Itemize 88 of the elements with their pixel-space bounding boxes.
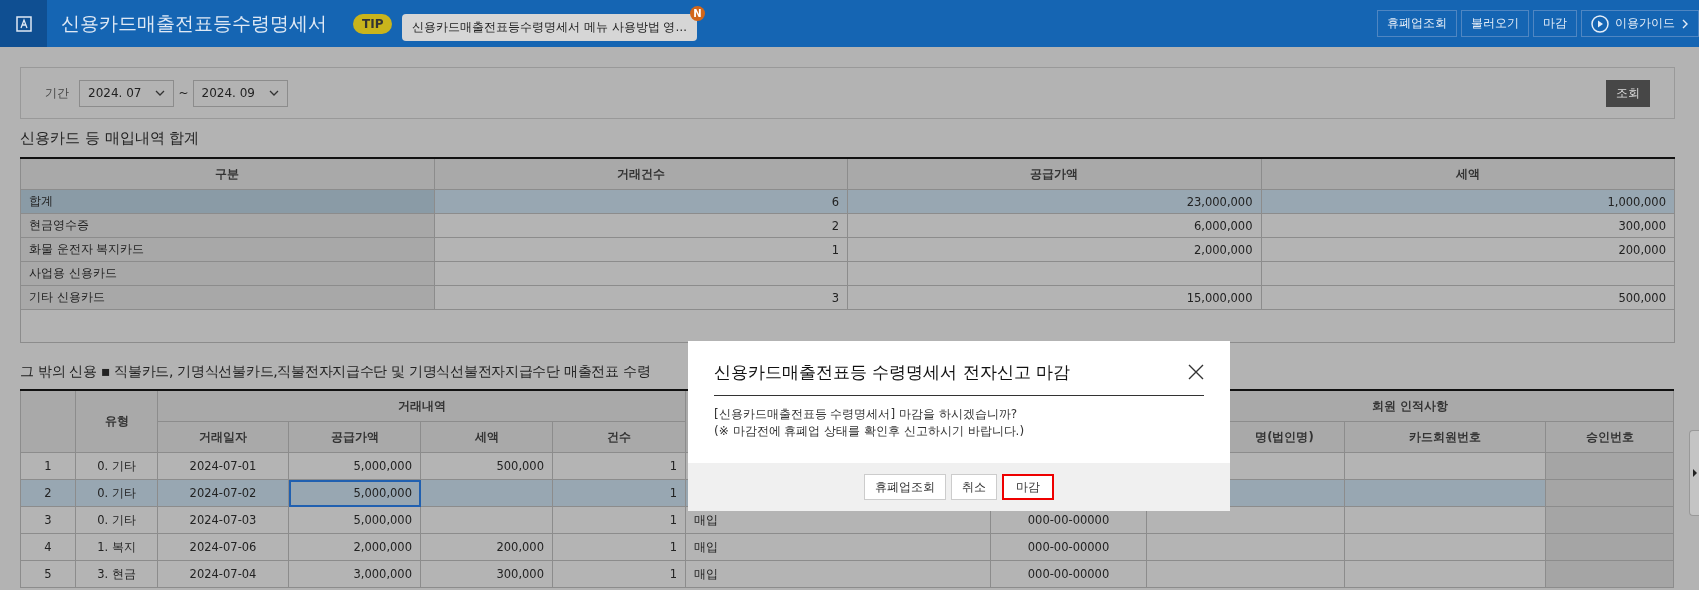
table-cell: 1 <box>434 237 848 262</box>
column-header: 유형 <box>75 390 158 453</box>
table-cell: 2 <box>20 479 76 507</box>
table-cell: 2024-07-01 <box>157 452 289 480</box>
dialog-button[interactable]: 마감 <box>1002 474 1054 500</box>
table-cell: 2024-07-03 <box>157 506 289 534</box>
table-cell: 1 <box>552 533 686 561</box>
table-cell: 6 <box>434 189 848 214</box>
table-cell: 2024-07-02 <box>157 479 289 507</box>
table-cell: 1,000,000 <box>1261 189 1675 214</box>
table-cell: 매입 <box>685 533 991 561</box>
column-header: 카드회원번호 <box>1344 421 1546 453</box>
column-header: 공급가액 <box>847 158 1261 190</box>
table-cell: 15,000,000 <box>847 285 1261 310</box>
table-cell: 23,000,000 <box>847 189 1261 214</box>
table-cell: 사업용 신용카드 <box>20 261 434 286</box>
table-cell: 3. 현금 <box>75 560 158 588</box>
column-header: 거래내역 <box>157 390 686 422</box>
toolbar-button[interactable]: 마감 <box>1533 10 1577 37</box>
toolbar-button[interactable]: 불러오기 <box>1461 10 1529 37</box>
dialog-button[interactable]: 휴폐업조회 <box>864 474 946 500</box>
range-separator: ~ <box>178 86 189 100</box>
column-header: 건수 <box>552 421 686 453</box>
table-cell: 1 <box>552 560 686 588</box>
page-title: 신용카드매출전표등수령명세서 <box>61 10 327 36</box>
dialog-message: (※ 마감전에 휴폐업 상태를 확인후 신고하시기 바랍니다.) <box>714 423 1026 440</box>
table-cell: 1 <box>552 479 686 507</box>
search-button[interactable]: 조회 <box>1606 79 1650 107</box>
table-cell: 합계 <box>20 189 434 214</box>
close-icon[interactable] <box>1188 364 1204 380</box>
dropdown-caret-icon <box>155 89 166 97</box>
table-cell: 1 <box>20 452 76 480</box>
table-cell: 500,000 <box>1261 285 1675 310</box>
toolbar-button[interactable]: 휴폐업조회 <box>1377 10 1457 37</box>
column-header: 세액 <box>420 421 553 453</box>
month-select[interactable]: 2024. 07 <box>79 79 175 107</box>
column-header: 승인번호 <box>1545 421 1674 453</box>
table-cell: 200,000 <box>420 533 553 561</box>
table-cell: 5,000,000 <box>288 506 421 534</box>
chevron-right-icon <box>1681 18 1689 29</box>
table-cell: 1 <box>552 452 686 480</box>
tip-text: 신용카드매출전표등수령명세서 메뉴 사용방법 영… <box>412 20 687 34</box>
table-cell: 000-00-00000 <box>990 533 1147 561</box>
tip-badge: TIP <box>353 13 393 34</box>
table-cell: 2,000,000 <box>288 533 421 561</box>
table-cell: 0. 기타 <box>75 506 158 534</box>
section-title: 그 밖의 신용 ▪ 직불카드, 기명식선불카드,직불전자지급수단 및 기명식선불전자지급수단 매출전표 수령 <box>20 363 651 381</box>
table-cell: 6,000,000 <box>847 213 1261 238</box>
table-cell: 4 <box>20 533 76 561</box>
play-icon <box>1591 14 1609 33</box>
table-cell: 2024-07-06 <box>157 533 289 561</box>
table-cell: 현금영수증 <box>20 213 434 238</box>
period-label: 기간 <box>45 84 69 102</box>
table-cell: 3,000,000 <box>288 560 421 588</box>
table-cell: 5,000,000 <box>288 452 421 480</box>
dropdown-caret-icon <box>268 89 279 97</box>
table-cell: 3 <box>20 506 76 534</box>
guide-button[interactable]: 이용가이드 <box>1581 10 1699 37</box>
column-header: 세액 <box>1261 158 1675 190</box>
table-cell: 5,000,000 <box>288 479 421 507</box>
column-header: 거래일자 <box>157 421 289 453</box>
column-header: 구분 <box>20 158 434 190</box>
table-cell: 화물 운전자 복지카드 <box>20 237 434 262</box>
table-cell: 0. 기타 <box>75 479 158 507</box>
table-cell: 기타 신용카드 <box>20 285 434 310</box>
table-cell: 300,000 <box>420 560 553 588</box>
dialog-message: [신용카드매출전표등 수령명세서] 마감을 하시겠습니까? <box>714 406 1019 423</box>
table-cell: 2 <box>434 213 848 238</box>
table-cell: 0. 기타 <box>75 452 158 480</box>
table-cell: 000-00-00000 <box>990 560 1147 588</box>
table-cell: 3 <box>434 285 848 310</box>
column-header: 거래건수 <box>434 158 848 190</box>
section-title: 신용카드 등 매입내역 합계 <box>20 129 200 148</box>
table-cell: 5 <box>20 560 76 588</box>
dialog-button[interactable]: 취소 <box>951 474 997 500</box>
table-cell: 2,000,000 <box>847 237 1261 262</box>
table-cell: 300,000 <box>1261 213 1675 238</box>
table-cell: 2024-07-04 <box>157 560 289 588</box>
table-cell: 500,000 <box>420 452 553 480</box>
table-cell: 1. 복지 <box>75 533 158 561</box>
app-logo-icon <box>15 15 32 32</box>
column-header: 공급가액 <box>288 421 421 453</box>
table-cell: 1 <box>552 506 686 534</box>
month-select[interactable]: 2024. 09 <box>192 79 288 107</box>
table-cell: 200,000 <box>1261 237 1675 262</box>
dialog-title: 신용카드매출전표등 수령명세서 전자신고 마감 <box>714 360 1071 384</box>
table-cell: 매입 <box>685 560 991 588</box>
expand-triangle-icon[interactable] <box>1692 469 1697 477</box>
